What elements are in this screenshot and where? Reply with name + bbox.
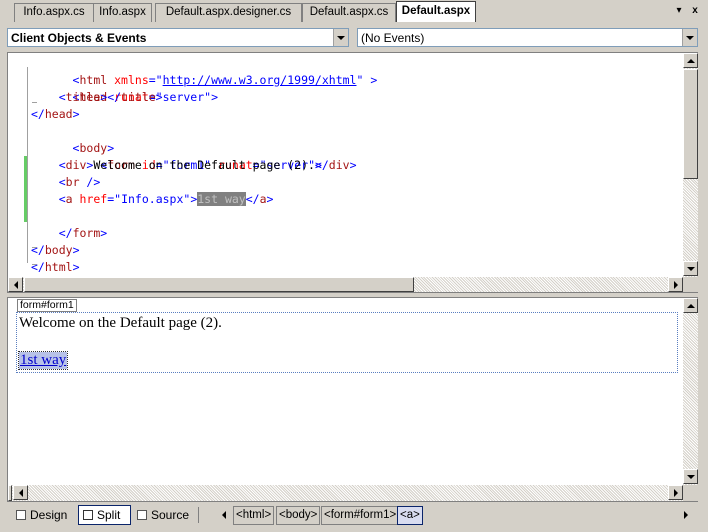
- source-view-icon: [137, 510, 147, 520]
- tab-label: Info.aspx: [99, 6, 146, 18]
- tab-label: Info.aspx.cs: [23, 6, 85, 18]
- design-surface[interactable]: form#form1 Welcome on the Default page (…: [7, 297, 698, 502]
- scroll-corner: [683, 277, 698, 292]
- tab-label: Default.aspx.designer.cs: [165, 6, 292, 18]
- scroll-up-button[interactable]: [683, 298, 698, 313]
- code-line: <div>Welcome on the Default page (2).</d…: [58, 158, 357, 172]
- scroll-left-button[interactable]: [8, 277, 23, 292]
- scroll-down-button[interactable]: [683, 469, 698, 484]
- scroll-thumb[interactable]: [8, 485, 12, 501]
- form-tag-label[interactable]: form#form1: [17, 299, 77, 312]
- welcome-text: Welcome on the Default page (2).: [19, 315, 222, 331]
- breadcrumb-form[interactable]: <form#form1>: [321, 506, 400, 525]
- source-editor[interactable]: −<html xmlns="http://www.w3.org/1999/xht…: [7, 52, 698, 293]
- selected-text: 1st way: [197, 192, 246, 206]
- design-view-icon: [16, 510, 26, 520]
- design-horizontal-scrollbar[interactable]: [8, 485, 683, 501]
- chevron-down-icon[interactable]: [333, 29, 348, 46]
- code-line: − <form id="form1" runat="server">: [31, 140, 322, 172]
- code-line: −<head runat="server">: [31, 72, 218, 104]
- editor-gutter: [8, 53, 27, 277]
- editor-vertical-scrollbar[interactable]: [683, 53, 698, 277]
- tab-default-aspx-designer-cs[interactable]: Default.aspx.designer.cs: [155, 3, 302, 22]
- code-line: −<body>: [31, 123, 115, 155]
- tab-label: Default.aspx: [401, 5, 471, 17]
- chevron-down-icon[interactable]: [682, 29, 697, 46]
- scroll-down-button[interactable]: [683, 261, 698, 276]
- code-line: </form>: [58, 226, 108, 240]
- scroll-corner: [683, 485, 698, 501]
- code-line: <title></title>: [58, 90, 163, 104]
- breadcrumb-html[interactable]: <html>: [233, 506, 275, 525]
- split-view-button[interactable]: Split: [78, 505, 131, 525]
- tab-label: Default.aspx.cs: [309, 6, 389, 18]
- view-label: Design: [30, 508, 68, 522]
- dropdown-value: Client Objects & Events: [11, 31, 147, 45]
- code-line: </html>: [31, 260, 80, 274]
- outline-line: [27, 67, 28, 263]
- breadcrumb-next-button[interactable]: [680, 507, 692, 523]
- form-region[interactable]: Welcome on the Default page (2). 1st way: [16, 312, 678, 373]
- close-icon[interactable]: x: [688, 4, 702, 18]
- dropdown-value: (No Events): [361, 31, 425, 45]
- code-line: </body>: [31, 243, 80, 257]
- client-objects-dropdown[interactable]: Client Objects & Events: [7, 28, 349, 47]
- scroll-up-button[interactable]: [683, 53, 698, 68]
- events-dropdown[interactable]: (No Events): [357, 28, 698, 47]
- first-way-link[interactable]: 1st way: [17, 351, 69, 370]
- editor-horizontal-scrollbar[interactable]: [8, 277, 683, 292]
- code-line: −<html xmlns="http://www.w3.org/1999/xht…: [31, 55, 378, 87]
- scroll-thumb[interactable]: [24, 277, 414, 292]
- source-view-button[interactable]: Source: [133, 505, 193, 525]
- scroll-right-button[interactable]: [668, 277, 683, 292]
- code-line: <br />: [58, 175, 101, 189]
- code-line: <a href="Info.aspx">1st way</a>: [58, 192, 274, 206]
- view-label: Split: [97, 508, 121, 522]
- view-label: Source: [151, 508, 190, 522]
- design-vertical-scrollbar[interactable]: [683, 298, 698, 485]
- code-line: </head>: [31, 107, 80, 121]
- breadcrumb-prev-button[interactable]: [218, 507, 230, 523]
- separator: [198, 507, 199, 523]
- breadcrumb-body[interactable]: <body>: [276, 506, 321, 525]
- document-tab-strip: Info.aspx.cs Info.aspx Default.aspx.desi…: [0, 0, 708, 22]
- view-bar: Design Split Source <html> <body> <form#…: [0, 502, 708, 532]
- scroll-thumb[interactable]: [683, 69, 698, 179]
- tab-info-aspx[interactable]: Info.aspx: [93, 3, 152, 22]
- scroll-right-button[interactable]: [668, 485, 683, 500]
- code-text[interactable]: −<html xmlns="http://www.w3.org/1999/xht…: [31, 55, 683, 277]
- breadcrumb-a[interactable]: <a>: [397, 506, 423, 525]
- scroll-left-button[interactable]: [13, 485, 28, 500]
- split-view-icon: [83, 510, 93, 520]
- tab-info-aspx-cs[interactable]: Info.aspx.cs: [14, 3, 94, 22]
- tab-default-aspx-cs[interactable]: Default.aspx.cs: [302, 3, 396, 22]
- tab-default-aspx[interactable]: Default.aspx: [396, 1, 476, 22]
- chevron-down-icon[interactable]: ▾: [672, 4, 686, 18]
- design-view-button[interactable]: Design: [12, 505, 71, 525]
